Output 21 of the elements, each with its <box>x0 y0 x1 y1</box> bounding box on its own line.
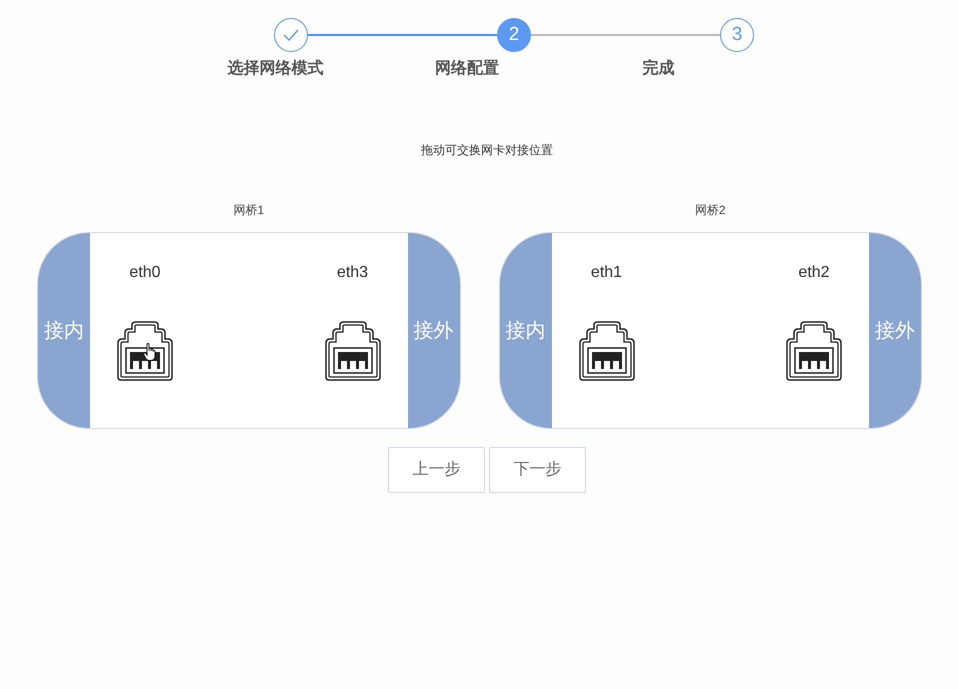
outer-side-cap: 接外 <box>408 233 460 428</box>
port-label: eth2 <box>798 263 830 283</box>
step-nav-button[interactable]: 上一步 <box>388 447 485 493</box>
ethernet-port-icon[interactable] <box>116 321 174 381</box>
port-label: eth3 <box>336 263 368 283</box>
ethernet-port-icon[interactable] <box>324 321 382 381</box>
port-label: eth1 <box>590 263 622 283</box>
outer-side-cap: 接外 <box>869 233 921 428</box>
inner-side-cap: 接内 <box>38 233 90 428</box>
inner-side-cap: 接内 <box>500 233 552 428</box>
check-icon <box>283 29 299 41</box>
step-label: 选择网络模式 <box>227 58 324 79</box>
bridge-title: 网桥1 <box>233 202 264 218</box>
bridge-title: 网桥2 <box>694 202 726 218</box>
step-nav-button[interactable]: 下一步 <box>489 447 586 493</box>
step-label: 网络配置 <box>434 58 499 79</box>
port-label: eth0 <box>129 263 161 283</box>
step-label: 完成 <box>642 58 674 79</box>
hint-text: 拖动可交换网卡对接位置 <box>421 142 553 158</box>
ethernet-port-icon[interactable] <box>578 321 636 381</box>
ethernet-port-icon[interactable] <box>785 321 843 381</box>
